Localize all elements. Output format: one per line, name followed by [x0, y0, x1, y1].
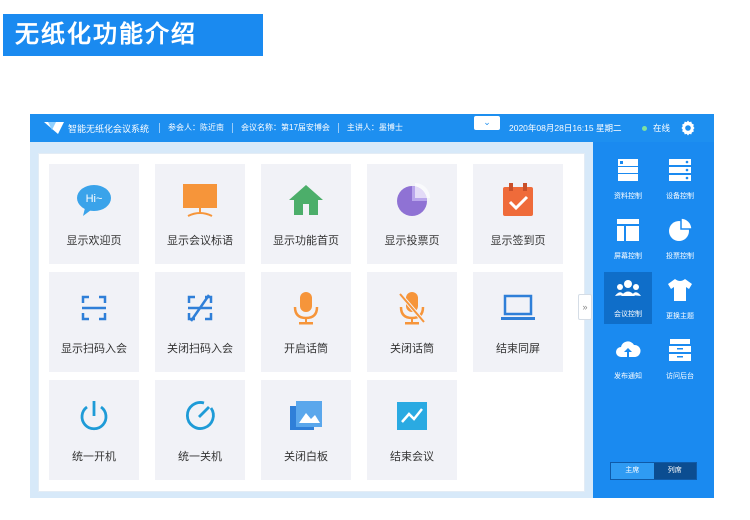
cloud-upload-icon	[616, 341, 641, 357]
tile-show-welcome[interactable]: Hi~ 显示欢迎页	[49, 164, 139, 264]
power-icon	[80, 401, 108, 431]
sidebar-item-label: 设备控制	[666, 193, 694, 200]
sidebar-item-vote-control[interactable]: 投票控制	[656, 214, 704, 266]
tile-show-scan-join[interactable]: 显示扫码入会	[49, 272, 139, 372]
people-icon	[615, 280, 641, 296]
microphone-icon	[293, 292, 319, 325]
tile-close-mic[interactable]: 关闭话筒	[367, 272, 457, 372]
scan-icon	[81, 295, 107, 321]
top-bar: 智能无纸化会议系统 参会人：陈近南 会议名称：第17届安博会 主讲人：墨博士 ⌄…	[30, 114, 714, 142]
status-dot-icon	[642, 125, 647, 131]
app-title: 智能无纸化会议系统	[68, 123, 150, 134]
meeting-name-info: 会议名称：第17届安博会	[232, 123, 338, 133]
tile-label: 结束同屏	[496, 343, 540, 355]
documents-icon	[618, 159, 638, 181]
sidebar-item-label: 投票控制	[666, 253, 694, 260]
laptop-icon	[501, 294, 535, 320]
microphone-off-icon	[398, 292, 426, 325]
tile-label: 关闭扫码入会	[167, 343, 233, 355]
sidebar-item-change-theme[interactable]: 更换主题	[656, 274, 704, 326]
sidebar-item-label: 屏幕控制	[614, 253, 642, 260]
monitor-icon	[183, 184, 217, 217]
sidebar-item-label: 访问后台	[666, 373, 694, 380]
sidebar-item-document-control[interactable]: 资料控制	[604, 154, 652, 206]
pie-icon	[669, 217, 693, 241]
tile-label: 显示投票页	[384, 235, 440, 247]
svg-text:Hi~: Hi~	[86, 193, 103, 205]
sidebar-item-device-control[interactable]: 设备控制	[656, 154, 704, 206]
role-chair-tab[interactable]: 主席	[611, 463, 654, 479]
tile-close-scan-join[interactable]: 关闭扫码入会	[155, 272, 245, 372]
app-logo-icon	[44, 122, 64, 134]
participant-info: 参会人：陈近南	[159, 123, 232, 133]
sidebar-item-label: 资料控制	[614, 193, 642, 200]
tile-show-home[interactable]: 显示功能首页	[261, 164, 351, 264]
calendar-check-icon	[503, 183, 533, 216]
tile-label: 显示欢迎页	[66, 235, 122, 247]
tile-power-off-all[interactable]: 统一关机	[155, 380, 245, 480]
banner-title: 无纸化功能介绍	[15, 21, 197, 48]
sidebar-item-screen-control[interactable]: 屏幕控制	[604, 214, 652, 266]
sidebar-item-meeting-control[interactable]: 会议控制	[604, 272, 652, 324]
tile-label: 开启话筒	[284, 343, 328, 355]
sidebar-item-label: 会议控制	[614, 311, 642, 318]
tile-open-mic[interactable]: 开启话筒	[261, 272, 351, 372]
sidebar-item-label: 发布通知	[614, 373, 642, 380]
collapse-toolbar-button[interactable]: ⌄	[474, 116, 500, 130]
online-status: 在线	[642, 114, 670, 142]
tile-end-meeting[interactable]: 结束会议	[367, 380, 457, 480]
tile-label: 结束会议	[390, 451, 434, 463]
gauge-off-icon	[185, 401, 215, 430]
gallery-icon	[290, 401, 322, 430]
tile-close-whiteboard[interactable]: 关闭白板	[261, 380, 351, 480]
tile-label: 统一开机	[72, 451, 116, 463]
tile-label: 显示扫码入会	[61, 343, 127, 355]
tile-label: 显示会议标语	[167, 235, 233, 247]
pie-chart-icon	[397, 183, 430, 216]
tile-label: 关闭话筒	[390, 343, 434, 355]
tile-label: 统一关机	[178, 451, 222, 463]
tile-show-vote[interactable]: 显示投票页	[367, 164, 457, 264]
sidebar-item-publish-notice[interactable]: 发布通知	[604, 334, 652, 386]
gear-icon[interactable]	[680, 120, 696, 136]
tile-show-slogan[interactable]: 显示会议标语	[155, 164, 245, 264]
layout-icon	[617, 219, 639, 241]
server-icon	[669, 159, 691, 181]
sidebar-item-label: 更换主题	[666, 313, 694, 320]
tile-label: 关闭白板	[284, 451, 328, 463]
control-sidebar: 资料控制 设备控制 屏幕控制 投票控制 会议控制 更换主题 发布通知 访问后台	[593, 142, 714, 498]
tile-power-on-all[interactable]: 统一开机	[49, 380, 139, 480]
page-banner: 无纸化功能介绍	[3, 14, 263, 56]
datetime-display: 2020年08月28日16:15 星期二	[509, 123, 622, 133]
home-icon	[289, 185, 323, 215]
status-label: 在线	[653, 123, 671, 133]
control-panel: Hi~ 显示欢迎页 显示会议标语 显示功能首页 显示投票页 显示签到页 显示扫码…	[38, 153, 585, 492]
app-window: 智能无纸化会议系统 参会人：陈近南 会议名称：第17届安博会 主讲人：墨博士 ⌄…	[30, 114, 714, 498]
expand-panel-handle[interactable]: »	[578, 294, 592, 320]
archive-icon	[669, 339, 691, 361]
role-attendee-tab[interactable]: 列席	[653, 463, 696, 479]
host-info: 主讲人：墨博士	[337, 123, 411, 133]
trend-chart-icon	[397, 402, 427, 430]
tile-label: 显示签到页	[490, 235, 546, 247]
sidebar-item-admin-backend[interactable]: 访问后台	[656, 334, 704, 386]
tshirt-icon	[668, 279, 692, 301]
tile-show-signin[interactable]: 显示签到页	[473, 164, 563, 264]
role-switch: 主席 列席	[610, 462, 697, 480]
hi-bubble-icon: Hi~	[77, 185, 111, 216]
scan-off-icon	[187, 294, 213, 322]
tile-label: 显示功能首页	[273, 235, 339, 247]
tile-end-screencast[interactable]: 结束同屏	[473, 272, 563, 372]
